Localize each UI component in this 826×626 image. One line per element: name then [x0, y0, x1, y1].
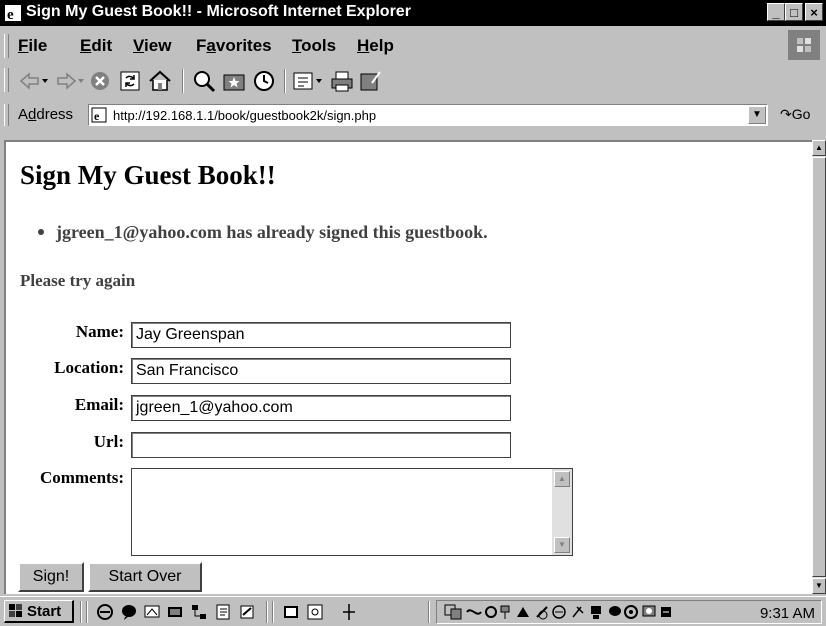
error-list-item: jgreen_1@yahoo.com has already signed th… [38, 222, 488, 243]
windows-logo-icon [797, 38, 811, 52]
minimize-button[interactable]: _ [767, 3, 785, 21]
system-tray: 9:31 AM [436, 600, 822, 624]
url-input[interactable] [131, 432, 511, 458]
window-title: Sign My Guest Book!! - Microsoft Interne… [26, 3, 411, 20]
taskbar-separator [86, 601, 88, 623]
bullet-icon [38, 228, 44, 235]
menu-bar: File Edit View Favorites Tools Help [0, 29, 826, 62]
console-task-icon[interactable] [282, 603, 300, 621]
stop-icon[interactable] [88, 69, 112, 93]
windows-logo-throbber [788, 30, 820, 60]
email-label: Email: [74, 395, 124, 414]
edit-icon[interactable] [358, 69, 382, 93]
svg-text:e: e [7, 7, 14, 22]
history-icon[interactable] [252, 69, 276, 93]
windows-start-icon [9, 604, 22, 617]
start-over-button[interactable]: Start Over [88, 562, 202, 592]
location-input[interactable]: San Francisco [131, 358, 511, 384]
favorites-icon[interactable] [222, 69, 246, 93]
menu-help[interactable]: Help [357, 36, 394, 56]
menu-edit[interactable]: Edit [80, 36, 112, 56]
notepad-quicklaunch-icon[interactable] [214, 603, 232, 621]
start-button[interactable]: Start [4, 600, 74, 623]
title-bar: e Sign My Guest Book!! - Microsoft Inter… [0, 0, 826, 26]
menu-bar-grip[interactable] [4, 34, 9, 58]
print-icon[interactable] [330, 69, 354, 93]
desktop-quicklaunch-icon[interactable] [143, 603, 161, 621]
ie-quicklaunch-icon[interactable] [96, 603, 114, 621]
network-quicklaunch-icon[interactable] [190, 603, 208, 621]
address-bar-grip[interactable] [4, 104, 9, 126]
page-scrollbar[interactable]: ▲ ▼ [812, 140, 826, 594]
comments-label: Comments: [39, 468, 124, 487]
clock[interactable]: 9:31 AM [760, 605, 815, 622]
back-icon[interactable] [18, 69, 48, 93]
page-content: Sign My Guest Book!! jgreen_1@yahoo.com … [4, 140, 812, 594]
location-label: Location: [54, 358, 124, 377]
menu-view[interactable]: View [133, 36, 171, 56]
name-input[interactable]: Jay Greenspan [131, 322, 511, 348]
toolbar-separator [182, 69, 184, 93]
page-scroll-thumb[interactable] [812, 157, 826, 577]
standard-toolbar [0, 63, 826, 97]
taskbar-separator [266, 601, 268, 623]
maximize-button[interactable]: □ [785, 3, 803, 21]
close-button[interactable]: × [805, 3, 823, 21]
page-scroll-down-icon[interactable]: ▼ [812, 578, 826, 594]
go-label: Go [791, 106, 811, 122]
go-arrow-icon: ↷ [780, 106, 792, 122]
refresh-icon[interactable] [118, 69, 142, 93]
comments-scrollbar[interactable]: ▲ ▼ [552, 469, 572, 555]
channels-quicklaunch-icon[interactable] [166, 603, 184, 621]
page-heading: Sign My Guest Book!! [20, 160, 276, 190]
mail-icon[interactable] [292, 69, 324, 93]
address-label: Address [18, 106, 74, 123]
scroll-down-icon[interactable]: ▼ [554, 537, 570, 553]
wordpad-quicklaunch-icon[interactable] [238, 603, 256, 621]
taskbar-separator [272, 601, 274, 623]
page-scroll-up-icon[interactable]: ▲ [812, 140, 826, 156]
start-label: Start [27, 603, 62, 620]
taskbar: Start 9:31 AM [0, 596, 826, 626]
internet-explorer-icon: e [5, 5, 21, 22]
taskbar-separator [80, 601, 82, 623]
home-icon[interactable] [148, 69, 172, 93]
taskbar-separator [428, 601, 430, 623]
page-icon: e [91, 107, 107, 123]
comments-textarea[interactable]: ▲ ▼ [131, 468, 573, 556]
address-dropdown-button[interactable]: ▼ [748, 106, 766, 124]
error-message: jgreen_1@yahoo.com has already signed th… [56, 222, 488, 242]
scroll-up-icon[interactable]: ▲ [554, 471, 570, 487]
address-input[interactable]: e http://192.168.1.1/book/guestbook2k/si… [88, 104, 768, 126]
svg-text:e: e [94, 109, 100, 123]
explorer-task-icon[interactable] [306, 603, 324, 621]
address-url: http://192.168.1.1/book/guestbook2k/sign… [113, 108, 377, 123]
menu-favorites[interactable]: Favorites [196, 36, 272, 56]
chat-quicklaunch-icon[interactable] [120, 603, 138, 621]
email-input[interactable]: jgreen_1@yahoo.com [131, 395, 511, 421]
toolbar-separator [284, 69, 286, 93]
toolbar-grip[interactable] [4, 68, 9, 92]
sign-button[interactable]: Sign! [18, 562, 84, 592]
tray-icons[interactable] [443, 603, 743, 621]
name-label: Name: [75, 322, 124, 341]
search-icon[interactable] [192, 69, 216, 93]
forward-icon[interactable] [54, 69, 84, 93]
go-button[interactable]: ↷Go [780, 106, 810, 123]
url-label: Url: [93, 432, 124, 451]
menu-file[interactable]: File [18, 36, 47, 56]
menu-tools[interactable]: Tools [292, 36, 336, 56]
volume-control-icon[interactable] [340, 603, 358, 621]
retry-message: Please try again [20, 271, 136, 290]
address-bar: Address e http://192.168.1.1/book/guestb… [0, 100, 826, 130]
